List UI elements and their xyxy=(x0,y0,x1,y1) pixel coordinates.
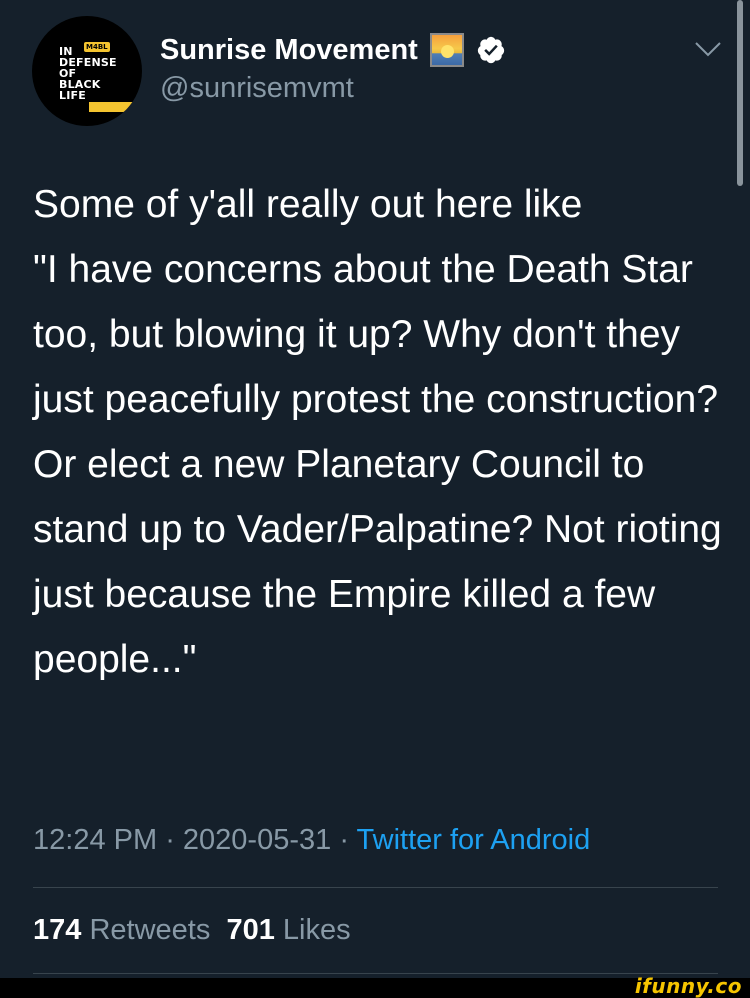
account-handle[interactable]: @sunrisemvmt xyxy=(160,72,354,105)
divider xyxy=(33,887,718,888)
retweets-stat[interactable]: 174 Retweets xyxy=(33,914,210,946)
verified-badge-icon xyxy=(477,36,504,64)
scrollbar[interactable] xyxy=(737,0,743,186)
tweet-meta: 12:24 PM · 2020-05-31 · Twitter for Andr… xyxy=(33,818,590,862)
tweet-source-link[interactable]: Twitter for Android xyxy=(357,824,591,856)
meta-separator: · xyxy=(157,824,183,856)
tweet-time: 12:24 PM xyxy=(33,824,158,856)
avatar[interactable]: IN DEFENSE OF BLACK LIFE M4BL xyxy=(32,16,142,126)
likes-label: Likes xyxy=(282,914,351,946)
likes-stat[interactable]: 701 Likes xyxy=(226,914,350,946)
avatar-stripe xyxy=(89,102,142,112)
likes-count: 701 xyxy=(226,914,275,946)
tweet-date: 2020-05-31 xyxy=(182,824,332,856)
ifunny-watermark: ifunny.co xyxy=(634,974,742,998)
tweet-text: Some of y'all really out here like "I ha… xyxy=(33,183,722,681)
avatar-m4bl-badge: M4BL xyxy=(84,42,110,52)
tweet-stats: 174 Retweets 701 Likes xyxy=(33,908,351,952)
retweets-count: 174 xyxy=(33,914,82,946)
meta-separator: · xyxy=(331,824,357,856)
avatar-logo-text: IN DEFENSE OF BLACK LIFE xyxy=(59,45,117,102)
divider xyxy=(33,973,718,974)
retweets-label: Retweets xyxy=(89,914,211,946)
account-name-row: Sunrise Movement xyxy=(160,30,506,70)
sunrise-emoji-icon xyxy=(429,33,464,67)
chevron-down-icon[interactable] xyxy=(692,38,724,60)
display-name[interactable]: Sunrise Movement xyxy=(160,34,418,67)
